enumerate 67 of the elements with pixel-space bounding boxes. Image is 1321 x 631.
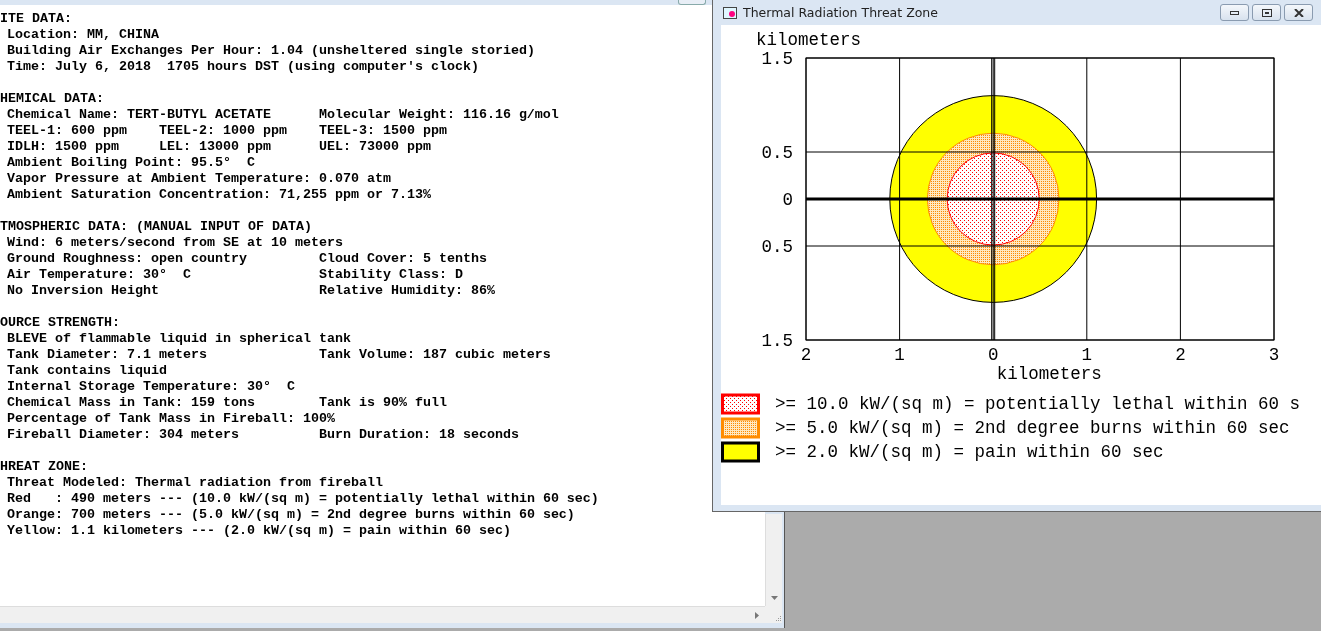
report-line: Threat Modeled: Thermal radiation from fireball — [7, 475, 383, 491]
window-title: Thermal Radiation Threat Zone — [743, 5, 939, 20]
tick-label: 0 — [782, 190, 793, 210]
maximize-icon — [1261, 8, 1272, 17]
report-line: Relative Humidity: 86% — [318, 283, 495, 299]
report-line: Fireball Diameter: 304 meters — [7, 427, 240, 443]
horizontal-scrollbar[interactable] — [0, 606, 765, 623]
axis-title: kilometers — [996, 364, 1102, 384]
report-line: Vapor Pressure at Ambient Temperature: 0.070 atm — [7, 171, 391, 187]
report-line: Yellow: 1.1 kilometers --- (2.0 kW/(sq m) = pain within 60 sec) — [7, 523, 511, 539]
tick-label: 1 — [1081, 345, 1093, 365]
report-line: Tank Volume: 187 cubic meters — [318, 347, 551, 363]
report-line: BLEVE of flammable liquid in spherical tank — [7, 331, 351, 347]
report-line: Ground Roughness: open country — [7, 251, 248, 267]
tick-label: 0.5 — [761, 143, 793, 163]
report-line: Chemical Name: TERT-BUTYL ACETATE — [7, 107, 272, 123]
report-line: Ambient Saturation Concentration: 71,255 ppm or 7.13% — [7, 187, 431, 203]
close-icon — [1293, 8, 1304, 17]
report-line: Wind: 6 meters/second from SE at 10 meters — [7, 235, 343, 251]
report-line: Location: MM, CHINA — [7, 27, 159, 43]
report-line: Ambient Boiling Point: 95.5° C — [7, 155, 255, 171]
section-heading: ITE DATA: — [0, 11, 72, 26]
maximize-button[interactable] — [1252, 4, 1281, 21]
tick-label: 0 — [987, 345, 999, 365]
tick-label: 1 — [894, 345, 905, 365]
tick-label: 0.5 — [761, 237, 793, 257]
tick-label: 3 — [1268, 345, 1280, 365]
report-line: Tank Diameter: 7.1 meters — [7, 347, 208, 363]
report-line: Chemical Mass in Tank: 159 tons — [7, 395, 256, 411]
report-line: Burn Duration: 18 seconds — [318, 427, 519, 443]
tick-label: 1.5 — [761, 49, 793, 69]
report-line: Percentage of Tank Mass in Fireball: 100% — [7, 411, 335, 427]
close-button[interactable] — [1284, 4, 1313, 21]
legend-label: >= 10.0 kW/(sq m) = potentially lethal within 60 s — [775, 394, 1301, 414]
legend-label: >= 5.0 kW/(sq m) = 2nd degree burns within 60 sec — [775, 418, 1290, 438]
report-line: Red : 490 meters --- (10.0 kW/(sq m) = potentially lethal within 60 sec) — [7, 491, 599, 507]
resize-grip-icon[interactable] — [774, 615, 782, 623]
app-icon — [723, 6, 737, 19]
legend-label: >= 2.0 kW/(sq m) = pain within 60 sec — [775, 442, 1164, 462]
report-line: TEEL-1: 600 ppm TEEL-2: 1000 ppm — [7, 123, 288, 139]
minimize-icon — [1230, 10, 1239, 15]
tick-label: 1.5 — [761, 331, 793, 351]
axis-title: kilometers — [756, 30, 862, 50]
report-line: IDLH: 1500 ppm LEL: 13000 ppm — [7, 139, 272, 155]
tick-label: 2 — [800, 345, 812, 365]
report-line: Tank is 90% full — [318, 395, 447, 411]
report-line: TEEL-3: 1500 ppm — [318, 123, 447, 139]
down-arrow-icon[interactable] — [770, 596, 778, 600]
tick-label: 2 — [1175, 345, 1186, 365]
report-line: Air Temperature: 30° C — [7, 267, 192, 283]
report-line: UEL: 73000 ppm — [318, 139, 431, 155]
right-arrow-icon[interactable] — [755, 611, 759, 619]
report-line: Orange: 700 meters --- (5.0 kW/(sq m) = 2nd degree burns within 60 sec) — [7, 507, 575, 523]
section-heading: HREAT ZONE: — [0, 459, 88, 474]
vertical-scrollbar[interactable] — [765, 514, 782, 606]
section-heading: HEMICAL DATA: — [0, 91, 104, 106]
report-line: Time: July 6, 2018 1705 hours DST (using computer's clock) — [7, 59, 479, 75]
report-line: No Inversion Height — [7, 283, 160, 299]
section-heading: TMOSPHERIC DATA: (MANUAL INPUT OF DATA) — [0, 219, 312, 234]
report-line: Building Air Exchanges Per Hour: 1.04 (unsheltered single storied) — [7, 43, 535, 59]
report-line: Tank contains liquid — [7, 363, 167, 379]
report-line: Internal Storage Temperature: 30° C — [7, 379, 295, 395]
report-line: Stability Class: D — [318, 267, 463, 283]
section-heading: OURCE STRENGTH: — [0, 315, 120, 330]
report-line: Cloud Cover: 5 tenths — [318, 251, 487, 267]
report-line: Molecular Weight: 116.16 g/mol — [318, 107, 559, 123]
minimize-button[interactable] — [1220, 4, 1249, 21]
